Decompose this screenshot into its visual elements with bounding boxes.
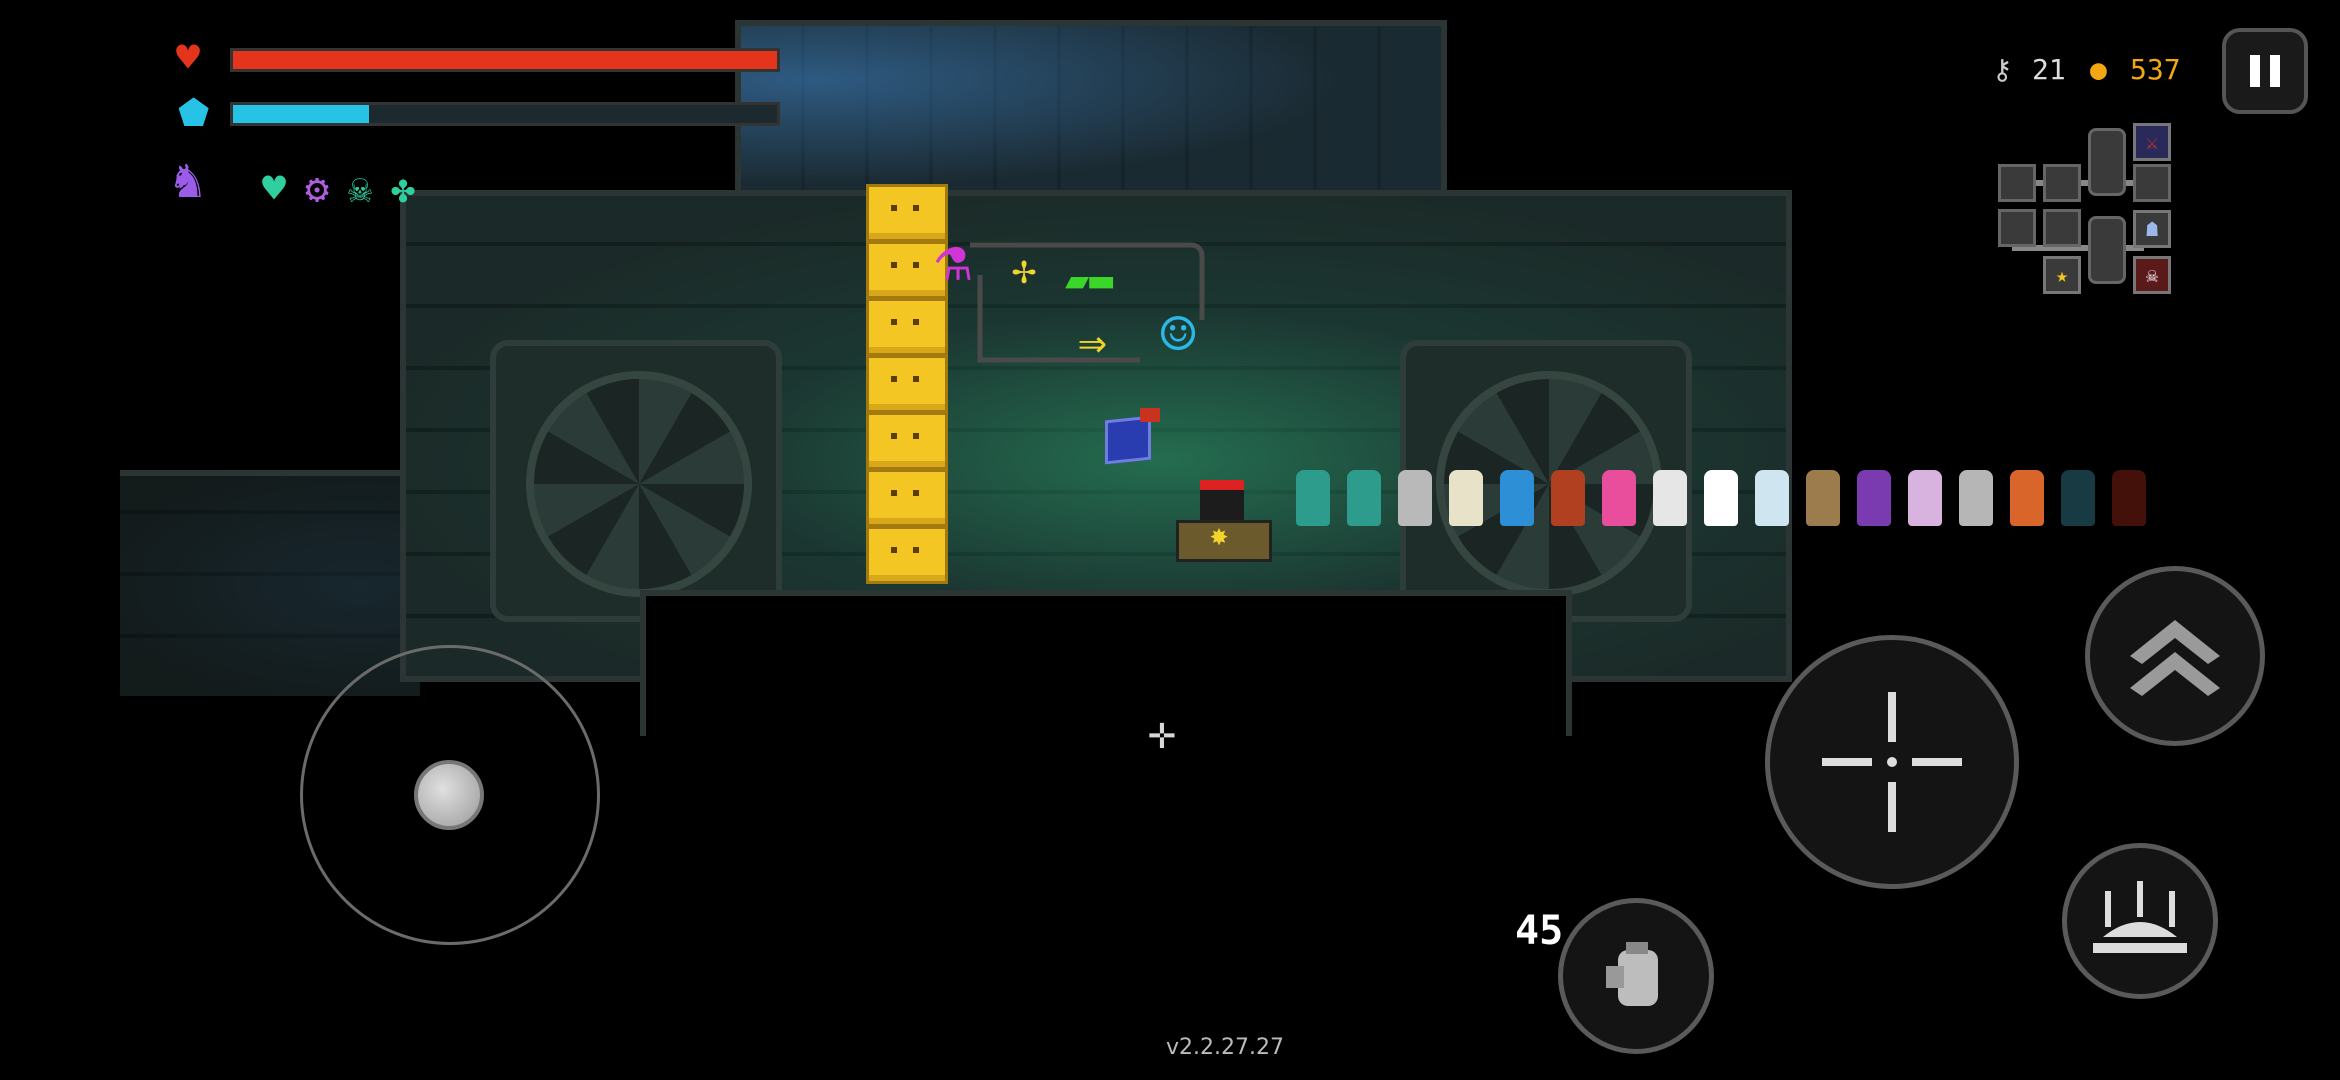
follower-pet [2061, 470, 2095, 526]
pause-button[interactable] [2222, 28, 2308, 114]
robot-icon: ☗ [2133, 210, 2171, 248]
follower-pet [1653, 470, 1687, 526]
health-bar-fill [233, 51, 777, 69]
grenade-fist-icon [1606, 942, 1658, 1006]
follower-pet [1602, 470, 1636, 526]
robot-head-sign-icon: ☺ [1160, 300, 1197, 370]
follower-pet [1500, 470, 1534, 526]
wall-vent-right [1400, 340, 1692, 622]
potion-sign-icon: ⚗ [935, 225, 972, 295]
skull-icon: ☠ [2133, 256, 2171, 294]
follower-pet [1959, 470, 1993, 526]
ultimate-button[interactable] [2062, 843, 2218, 999]
skill-button[interactable] [2085, 566, 2265, 746]
armor-bar [230, 102, 780, 126]
attack-button[interactable] [1765, 635, 2019, 889]
follower-pet [1347, 470, 1381, 526]
crate [866, 526, 948, 584]
follower-pet [1398, 470, 1432, 526]
hooded-character-icon[interactable]: ♞ [172, 154, 203, 206]
cube-fuse [1140, 408, 1160, 422]
room-floor-top [735, 20, 1447, 206]
crossed-swords-icon: ⚔ [2133, 123, 2171, 161]
follower-pet [1908, 470, 1942, 526]
crate [866, 469, 948, 527]
follower-pet [1857, 470, 1891, 526]
key-icon: ⚷ [1992, 53, 2013, 86]
crate [866, 412, 948, 470]
follower-pet [2112, 470, 2146, 526]
sparkle-sign-icon: ✢ [1012, 247, 1037, 293]
turret-icon [2093, 881, 2187, 953]
muzzle-flash-icon: ✸ [1210, 518, 1229, 553]
skull-buff-icon: ☠ [348, 166, 373, 212]
joystick-knob[interactable] [414, 760, 484, 830]
ammo-count: 45 [1515, 908, 1564, 954]
room-void-bottom [640, 590, 1572, 736]
heart-icon: ♥ [176, 35, 201, 81]
room-floor-left [120, 470, 420, 696]
follower-pet [1755, 470, 1789, 526]
key-count: 21 [2032, 53, 2066, 86]
aim-cursor-icon: ✛ [1148, 705, 1176, 759]
follower-pet [1806, 470, 1840, 526]
crate [866, 355, 948, 413]
wall-vent-left [490, 340, 782, 622]
follower-pet [1704, 470, 1738, 526]
crosshair-icon [1822, 692, 1962, 832]
star-icon: ★ [2043, 256, 2081, 294]
version-label: v2.2.27.27 [1166, 1035, 1284, 1060]
gear-buff-icon: ⚙ [305, 166, 330, 212]
gun-sign-icon: ▰▬ [1065, 257, 1114, 303]
arrow-sign-icon: ⇒ [1078, 314, 1107, 370]
follower-pet [1449, 470, 1483, 526]
follower-pet [1296, 470, 1330, 526]
weapon-switch-button[interactable] [1558, 898, 1714, 1054]
follower-pet [2010, 470, 2044, 526]
clover-buff-icon: ✤ [391, 166, 416, 212]
shield-icon: ⬟ [178, 93, 210, 134]
heart-buff-icon: ♥ [262, 166, 287, 212]
crate [866, 298, 948, 356]
follower-pet [1551, 470, 1585, 526]
gem-count: 537 [2130, 53, 2181, 86]
blue-cube-item[interactable] [1105, 415, 1151, 465]
health-bar [230, 48, 780, 72]
armor-bar-fill [233, 105, 369, 123]
double-chevron-up-icon [2130, 620, 2220, 696]
coin-icon: ● [2090, 53, 2107, 86]
